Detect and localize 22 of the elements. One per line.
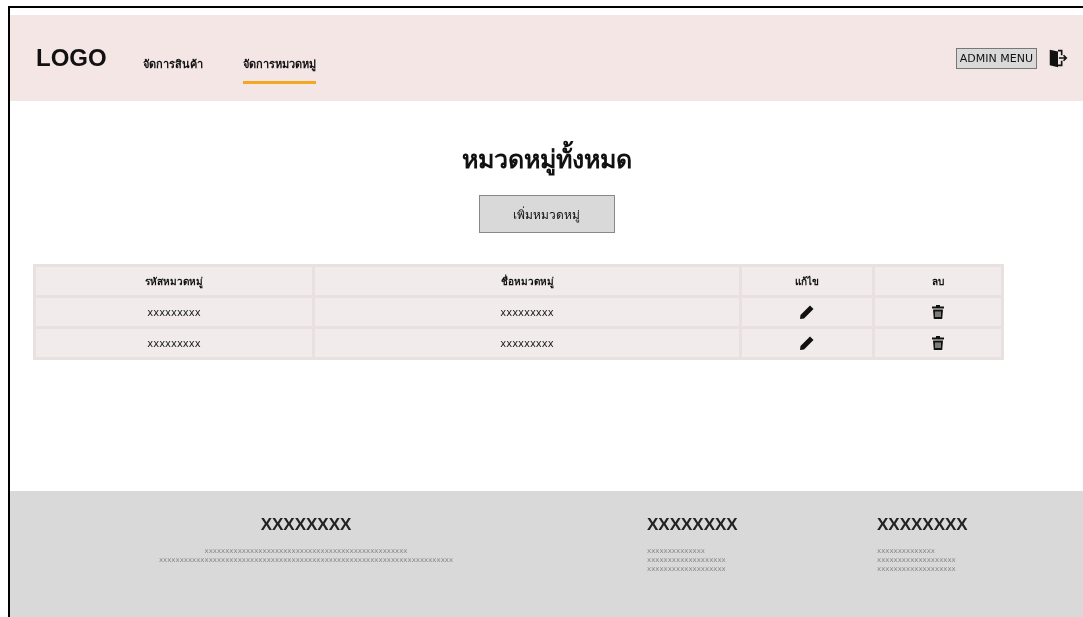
trash-icon[interactable]	[930, 335, 946, 351]
column-header: ชื่อหมวดหมู่	[315, 267, 739, 295]
table-cell: xxxxxxxxx	[36, 329, 312, 357]
nav-tab[interactable]: จัดการหมวดหมู่	[242, 44, 316, 84]
column-header: รหัสหมวดหมู่	[36, 267, 312, 295]
table-cell: xxxxxxxxx	[315, 298, 739, 326]
trash-icon[interactable]	[930, 304, 946, 320]
pencil-icon[interactable]	[799, 335, 815, 351]
nav-tab[interactable]: จัดการสินค้า	[142, 44, 203, 84]
footer-heading: XXXXXXXX	[877, 515, 969, 535]
footer-heading: XXXXXXXX	[647, 515, 739, 535]
table-cell: xxxxxxxxx	[36, 298, 312, 326]
pencil-icon[interactable]	[799, 304, 815, 320]
add-category-button[interactable]: เพิ่มหมวดหมู่	[478, 195, 615, 233]
admin-menu-button[interactable]: ADMIN MENU	[955, 47, 1037, 69]
page-title: หมวดหมู่ทั้งหมด	[461, 139, 632, 179]
logo: LOGO	[36, 44, 107, 72]
footer-heading: XXXXXXXX	[260, 515, 352, 535]
logout-icon[interactable]	[1047, 47, 1069, 69]
table-cell: xxxxxxxxx	[315, 329, 739, 357]
column-header: ลบ	[875, 267, 1001, 295]
column-header: แก้ไข	[742, 267, 872, 295]
